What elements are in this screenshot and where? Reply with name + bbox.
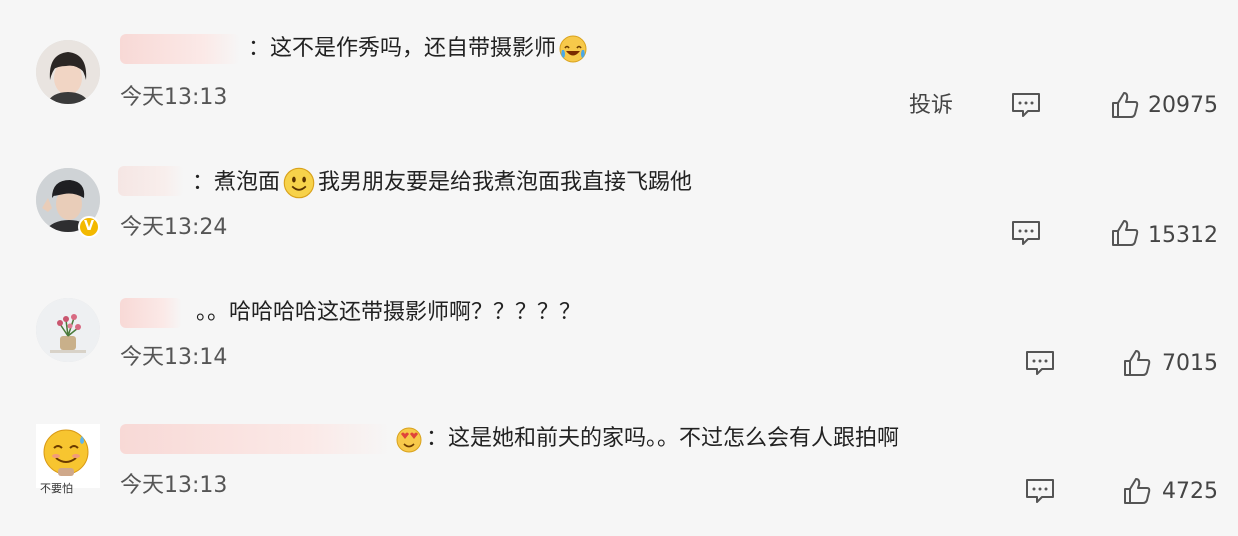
avatar[interactable] — [36, 298, 100, 362]
reply-icon[interactable] — [1011, 220, 1041, 246]
comment-text: ：这不是作秀吗，还自带摄影师 — [248, 34, 590, 64]
comment-time: 今天13:14 — [120, 345, 228, 370]
comment-text: 。。哈哈哈哈这还带摄影师啊？？？？？ — [196, 298, 581, 328]
like-count: 20975 — [1148, 93, 1218, 118]
like-icon[interactable] — [1122, 348, 1152, 378]
reply-icon[interactable] — [1011, 92, 1041, 118]
comment-text-rest: 我男朋友要是给我煮泡面我直接飞踢他 — [318, 170, 693, 195]
comment-time: 今天13:13 — [120, 85, 228, 110]
verified-badge-icon: V — [78, 216, 100, 238]
username-blurred[interactable] — [120, 298, 182, 328]
like-count: 7015 — [1162, 351, 1218, 376]
username-blurred[interactable] — [120, 424, 390, 454]
username-blurred[interactable] — [120, 34, 240, 64]
like-icon[interactable] — [1122, 476, 1152, 506]
like-count: 15312 — [1148, 223, 1218, 248]
like-icon[interactable] — [1110, 218, 1140, 248]
comment-time: 今天13:24 — [120, 215, 228, 240]
comment-text: ：这是她和前夫的家吗。。不过怎么会有人跟拍啊 — [392, 424, 899, 454]
comment-text: ：煮泡面 我男朋友要是给我煮泡面我直接飞踢他 — [192, 166, 692, 200]
comment-time: 今天13:13 — [120, 473, 228, 498]
comment-item: V ：煮泡面 我男朋友要是给我煮泡面我直接飞踢他 今天13:24 15312 — [0, 148, 1238, 278]
comment-text-main: ：这是她和前夫的家吗。。不过怎么会有人跟拍啊 — [426, 426, 900, 451]
comment-text-main: 。。哈哈哈哈这还带摄影师啊？？？？？ — [196, 300, 582, 325]
like-count: 4725 — [1162, 479, 1218, 504]
comment-item: 。。哈哈哈哈这还带摄影师啊？？？？？ 今天13:14 7015 — [0, 278, 1238, 408]
smile-emoji-icon — [282, 166, 316, 200]
heart-eyes-emoji-icon — [394, 424, 424, 454]
reply-icon[interactable] — [1025, 478, 1055, 504]
comment-text-main: ：煮泡面 — [192, 170, 281, 195]
username-blurred[interactable] — [118, 166, 184, 196]
comment-text-main: ：这不是作秀吗，还自带摄影师 — [248, 36, 557, 61]
like-icon[interactable] — [1110, 90, 1140, 120]
laugh-cry-emoji-icon — [558, 34, 588, 64]
comment-item: ：这不是作秀吗，还自带摄影师 今天13:13 投诉 20975 — [0, 20, 1238, 150]
avatar[interactable] — [36, 424, 100, 488]
avatar[interactable] — [36, 40, 100, 104]
avatar-caption: 不要怕 — [40, 482, 73, 495]
reply-icon[interactable] — [1025, 350, 1055, 376]
comment-item: 不要怕 ：这是她和前夫的家吗。。不过怎么会有人跟拍啊 今天13:13 4725 — [0, 406, 1238, 536]
report-button[interactable]: 投诉 — [909, 92, 953, 120]
